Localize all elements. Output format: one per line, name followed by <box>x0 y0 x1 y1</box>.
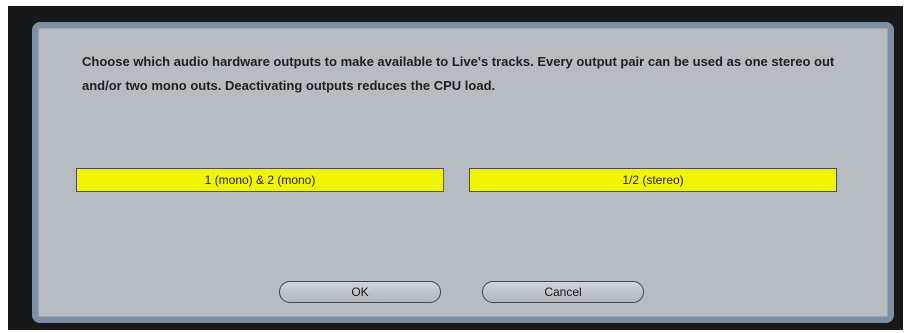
output-config-dialog: Choose which audio hardware outputs to m… <box>32 22 894 323</box>
screen-frame: Choose which audio hardware outputs to m… <box>8 6 903 330</box>
cancel-button[interactable]: Cancel <box>482 281 644 303</box>
dialog-message: Choose which audio hardware outputs to m… <box>82 54 835 93</box>
output-toggle-stereo-pair[interactable]: 1/2 (stereo) <box>469 168 837 192</box>
ok-button[interactable]: OK <box>279 281 441 303</box>
output-toggle-mono-pair[interactable]: 1 (mono) & 2 (mono) <box>76 168 444 192</box>
